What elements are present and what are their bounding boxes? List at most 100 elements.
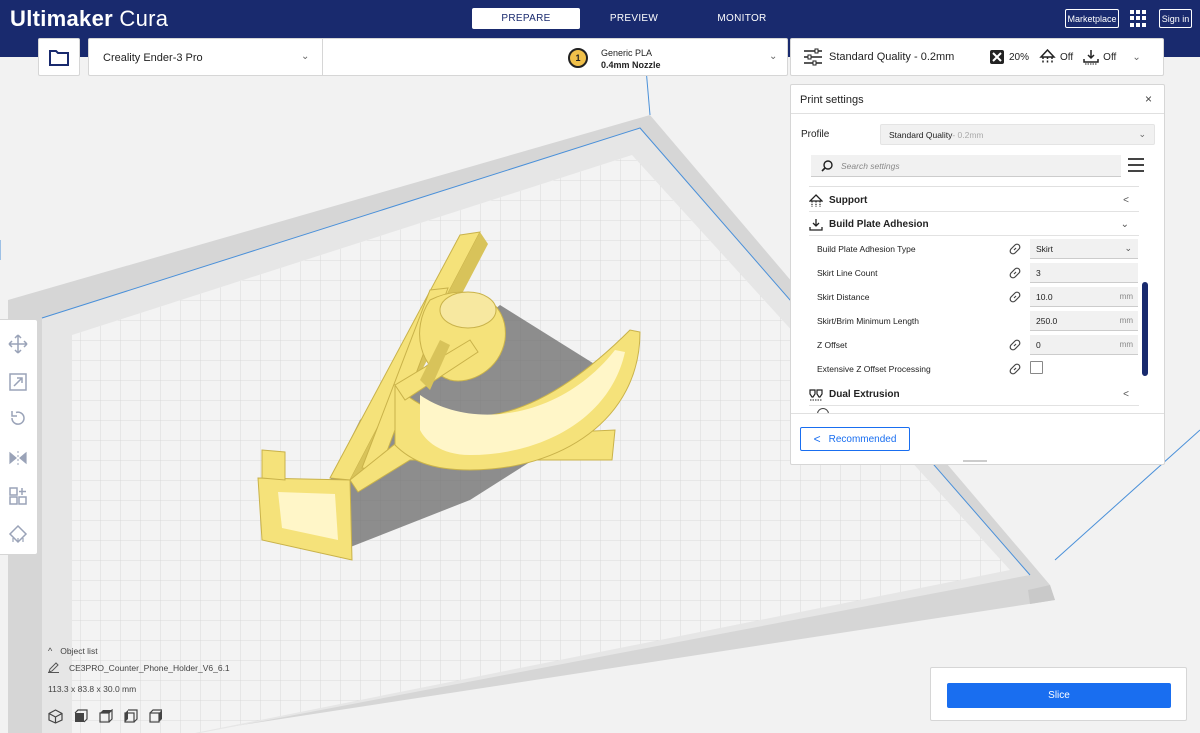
- adhesion-icon: [809, 218, 823, 231]
- setting-label: Build Plate Adhesion Type: [817, 244, 916, 254]
- front-view-icon[interactable]: [73, 709, 88, 724]
- link-icon[interactable]: [1008, 338, 1022, 352]
- category-dual-extrusion[interactable]: Dual Extrusion <: [809, 384, 1139, 406]
- setting-row: Build Plate Adhesion Type Skirt ⌄: [817, 238, 1139, 260]
- recommended-button[interactable]: < Recommended: [800, 427, 910, 451]
- setting-label: Skirt Distance: [817, 292, 870, 302]
- tab-preview[interactable]: PREVIEW: [580, 8, 688, 29]
- link-icon[interactable]: [1008, 290, 1022, 304]
- print-setup-selector[interactable]: Standard Quality - 0.2mm 20% Off Off ⌄: [790, 38, 1164, 76]
- support-icon: [809, 193, 823, 207]
- slice-panel: Slice: [930, 667, 1187, 721]
- setting-label: Skirt Line Count: [817, 268, 878, 278]
- sign-in-button[interactable]: Sign in: [1159, 9, 1192, 28]
- material-name: Generic PLA: [601, 48, 653, 58]
- setting-row: Extensive Z Offset Processing: [817, 358, 1139, 380]
- skirt-distance-input[interactable]: 10.0 mm: [1030, 287, 1138, 307]
- camera-view-buttons: [48, 709, 163, 724]
- object-list-toggle[interactable]: ^ Object list: [48, 646, 248, 656]
- setting-row: Z Offset 0 mm: [817, 334, 1139, 356]
- settings-scrollbar[interactable]: [1142, 282, 1148, 376]
- setting-value: 0: [1036, 339, 1041, 350]
- divider: [809, 186, 1139, 187]
- setting-value: 250.0: [1036, 315, 1058, 326]
- extensive-z-offset-checkbox[interactable]: [1030, 361, 1043, 374]
- z-offset-input[interactable]: 0 mm: [1030, 335, 1138, 355]
- profile-label: Profile: [801, 129, 830, 140]
- setting-unit: mm: [1119, 316, 1133, 325]
- dual-extrusion-icon: [809, 388, 823, 400]
- chevron-left-icon: <: [1123, 195, 1129, 206]
- marketplace-button[interactable]: Marketplace: [1065, 9, 1119, 28]
- pencil-icon: [48, 662, 59, 673]
- resize-handle[interactable]: [963, 460, 987, 462]
- setting-label: Extensive Z Offset Processing: [817, 364, 931, 374]
- chevron-down-icon: ⌄: [1120, 219, 1129, 230]
- setting-unit: mm: [1119, 340, 1133, 349]
- right-view-icon[interactable]: [148, 709, 163, 724]
- link-icon[interactable]: [1008, 242, 1022, 256]
- close-icon[interactable]: ×: [1145, 92, 1152, 106]
- link-icon[interactable]: [1008, 266, 1022, 280]
- top-view-icon[interactable]: [98, 709, 113, 724]
- category-label: Build Plate Adhesion: [829, 219, 929, 230]
- category-build-plate-adhesion[interactable]: Build Plate Adhesion ⌄: [809, 214, 1139, 236]
- machine-selector: Creality Ender-3 Pro ⌄ 1 Generic PLA 0.4…: [88, 38, 788, 76]
- chevron-down-icon: ⌄: [1124, 243, 1132, 253]
- setting-row: Skirt Distance 10.0 mm: [817, 286, 1139, 308]
- mirror-tool-icon[interactable]: [8, 448, 28, 468]
- skirt-min-length-input[interactable]: 250.0 mm: [1030, 311, 1138, 331]
- brand-product: Cura: [119, 6, 169, 31]
- object-list-title: Object list: [60, 646, 98, 656]
- slice-button[interactable]: Slice: [947, 683, 1171, 708]
- profile-select[interactable]: Standard Quality - 0.2mm ⌄: [880, 124, 1155, 145]
- skirt-line-count-input[interactable]: 3: [1030, 263, 1138, 283]
- folder-icon: [49, 49, 69, 66]
- open-file-button[interactable]: [38, 38, 80, 76]
- material-selector[interactable]: 1 Generic PLA 0.4mm Nozzle ⌄: [323, 39, 787, 76]
- adhesion-icon: [1083, 50, 1099, 65]
- adhesion-value: Off: [1103, 51, 1117, 63]
- object-name: CE3PRO_Counter_Phone_Holder_V6_6.1: [69, 662, 230, 673]
- support-summary: Off: [1039, 49, 1073, 65]
- link-icon[interactable]: [1008, 362, 1022, 376]
- extruder-icon: 1: [568, 48, 588, 68]
- tool-sidebar: [0, 319, 38, 555]
- chevron-down-icon: ⌄: [1132, 51, 1141, 63]
- object-list-item[interactable]: CE3PRO_Counter_Phone_Holder_V6_6.1: [48, 662, 288, 673]
- app-brand: Ultimaker Cura: [10, 6, 168, 32]
- sliders-icon: [804, 48, 822, 66]
- search-settings-input[interactable]: Search settings: [811, 155, 1121, 177]
- apps-grid-icon[interactable]: [1130, 10, 1147, 27]
- setting-value: 10.0: [1036, 291, 1053, 302]
- rotate-tool-icon[interactable]: [8, 408, 28, 428]
- left-view-icon[interactable]: [123, 709, 138, 724]
- search-icon: [821, 159, 833, 172]
- quality-profile-label: Standard Quality - 0.2mm: [829, 51, 955, 63]
- category-label: Support: [829, 195, 868, 206]
- printer-selector[interactable]: Creality Ender-3 Pro ⌄: [89, 39, 322, 76]
- material-info: Generic PLA 0.4mm Nozzle: [601, 47, 661, 71]
- profile-value: Standard Quality: [889, 129, 953, 140]
- support-icon: [1039, 49, 1056, 64]
- brand-name: Ultimaker: [10, 6, 113, 31]
- tab-prepare[interactable]: PREPARE: [472, 8, 580, 29]
- per-model-settings-icon[interactable]: [8, 486, 28, 506]
- divider: [791, 113, 1164, 114]
- chevron-down-icon: ⌄: [769, 51, 778, 62]
- search-placeholder: Search settings: [841, 160, 900, 171]
- scale-tool-icon[interactable]: [8, 372, 28, 392]
- adhesion-type-select[interactable]: Skirt ⌄: [1030, 239, 1138, 259]
- category-support[interactable]: Support <: [809, 190, 1139, 212]
- profile-sub: - 0.2mm: [952, 129, 984, 140]
- move-tool-icon[interactable]: [8, 334, 28, 354]
- 3d-view-icon[interactable]: [48, 709, 63, 724]
- infill-icon: [990, 50, 1004, 64]
- support-value: Off: [1060, 51, 1074, 63]
- support-blocker-icon[interactable]: [8, 524, 28, 544]
- recommended-label: Recommended: [828, 433, 897, 445]
- settings-menu-icon[interactable]: [1128, 158, 1144, 172]
- chevron-up-icon: ^: [48, 646, 53, 656]
- object-dimensions: 113.3 x 83.8 x 30.0 mm: [48, 684, 137, 694]
- tab-monitor[interactable]: MONITOR: [688, 8, 796, 29]
